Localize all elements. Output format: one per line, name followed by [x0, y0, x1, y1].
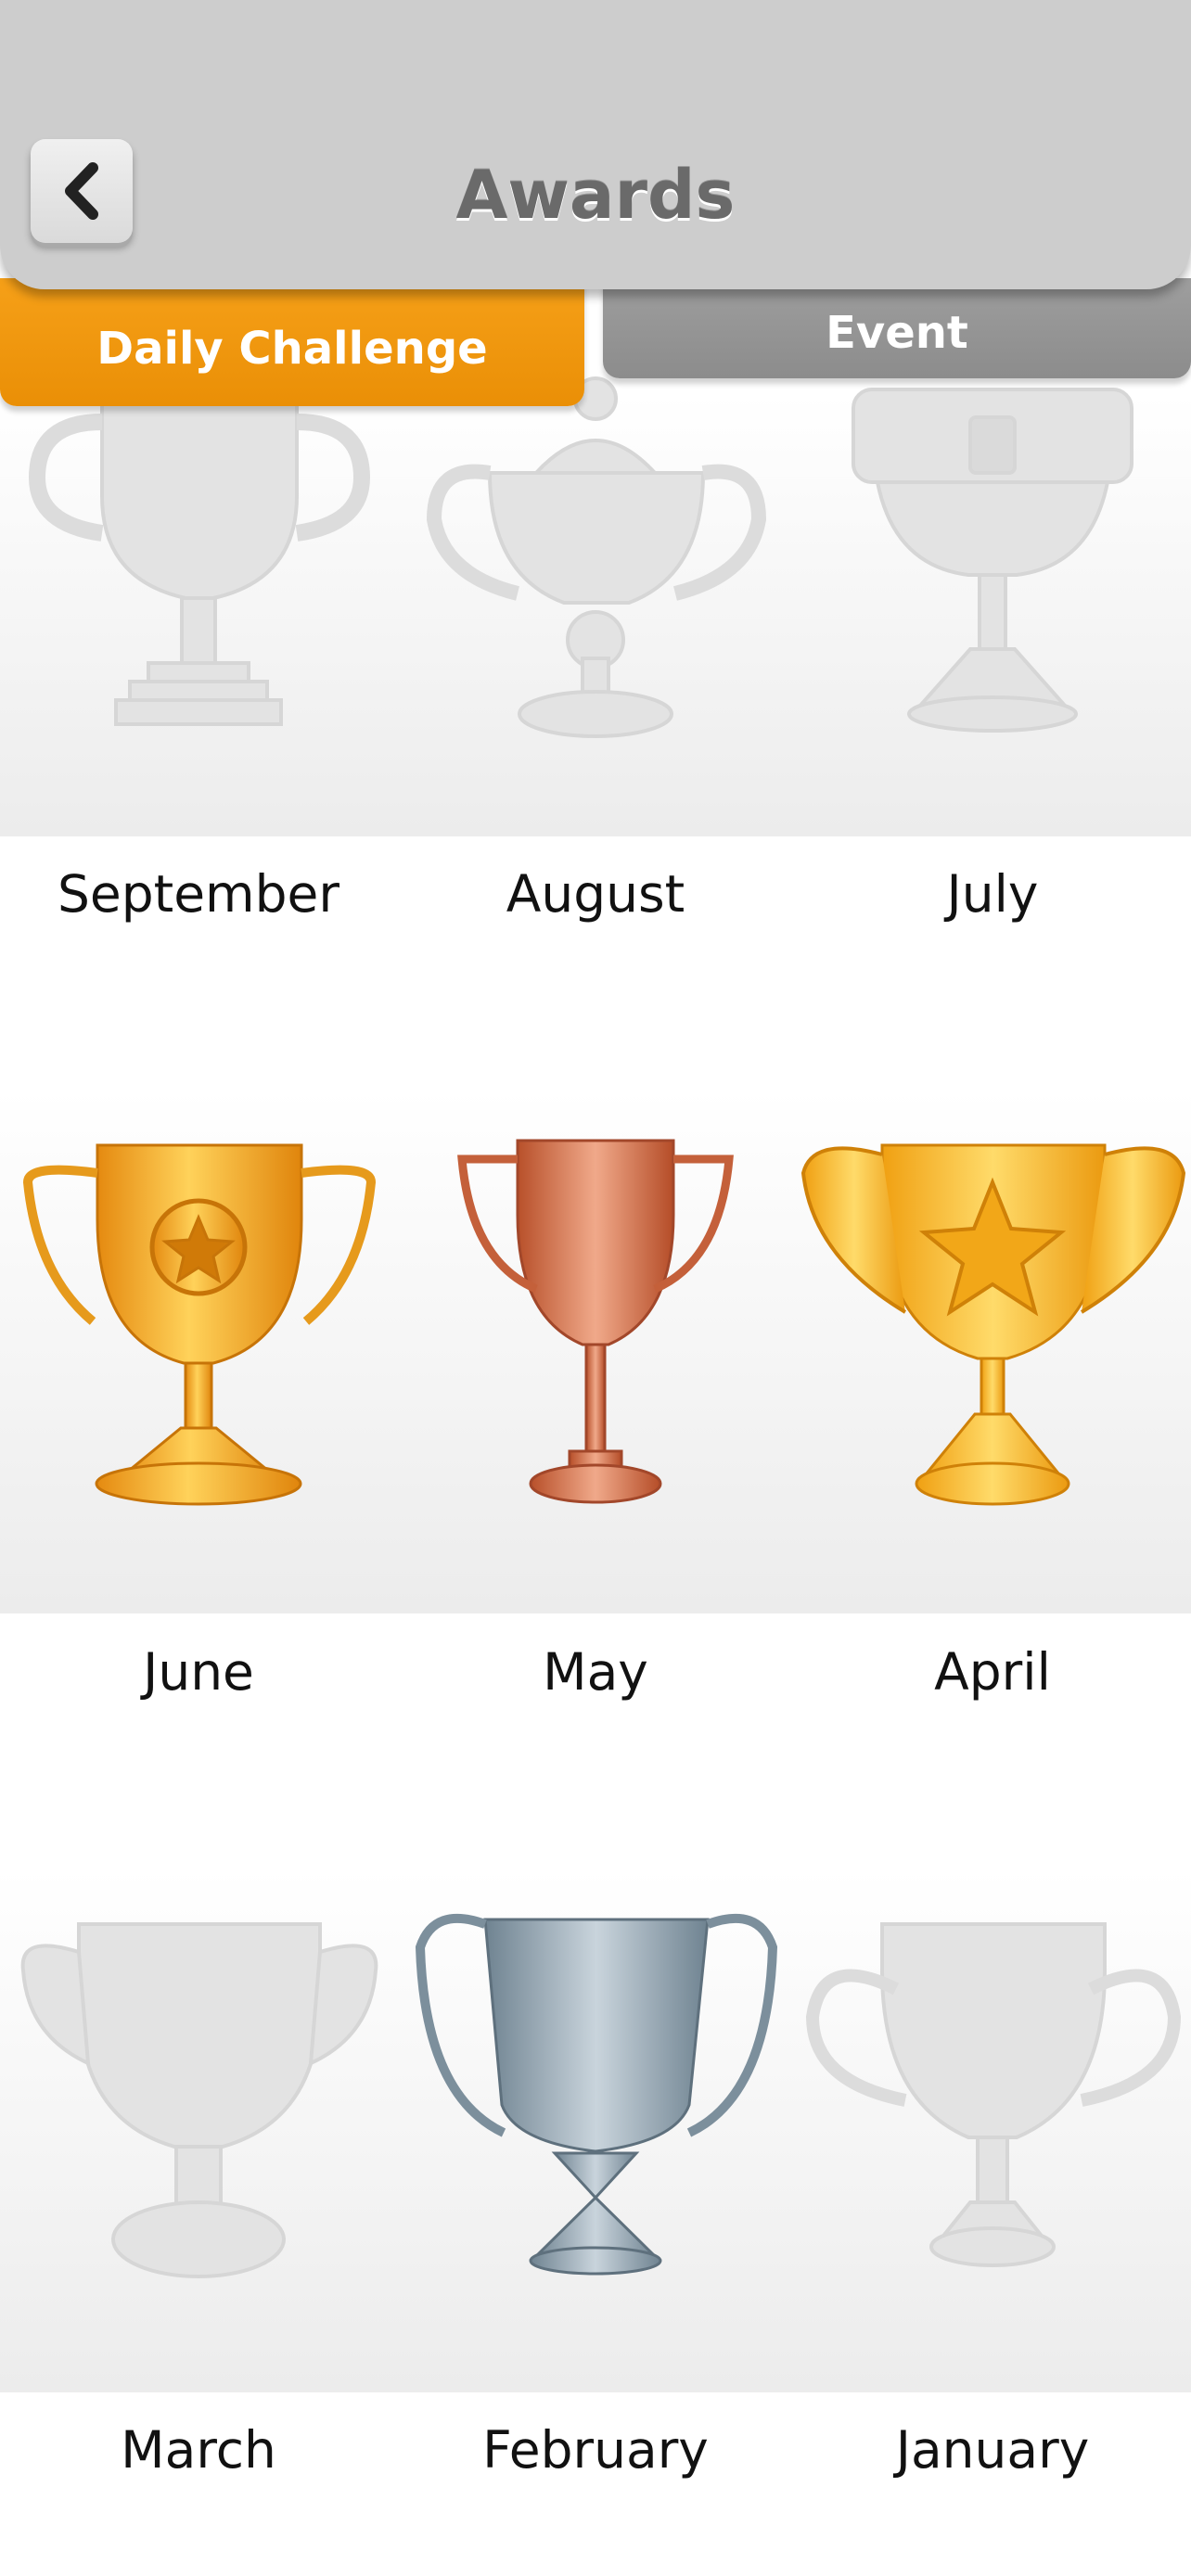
trophy-icon: [20, 1922, 378, 2278]
trophy-icon: [415, 1913, 778, 2276]
award-february[interactable]: [397, 1910, 794, 2295]
award-label: March: [121, 2420, 276, 2480]
award-label: April: [934, 1642, 1051, 1702]
award-label: January: [895, 2420, 1090, 2480]
trophy-icon: [805, 1922, 1182, 2267]
award-april[interactable]: [794, 1136, 1191, 1516]
award-label: February: [482, 2420, 709, 2480]
award-label: August: [506, 864, 685, 924]
award-label: July: [946, 864, 1039, 924]
trophy-icon: [426, 376, 767, 738]
award-label: May: [543, 1642, 648, 1702]
tab-daily-challenge[interactable]: Daily Challenge: [0, 278, 584, 406]
page-title: Awards: [455, 156, 736, 234]
award-march[interactable]: [0, 1915, 397, 2295]
award-july[interactable]: [794, 380, 1191, 733]
trophy-icon: [457, 1139, 734, 1504]
trophy-icon: [852, 388, 1133, 733]
award-label: September: [57, 864, 339, 924]
award-label: June: [143, 1642, 254, 1702]
award-august[interactable]: [397, 362, 794, 742]
trophy-icon: [800, 1143, 1186, 1506]
award-may[interactable]: [397, 1131, 794, 1516]
tab-event[interactable]: Event: [603, 278, 1191, 378]
award-january[interactable]: [794, 1915, 1191, 2295]
trophy-icon: [28, 402, 371, 726]
header-bar: Awards: [0, 0, 1191, 289]
award-september[interactable]: [0, 394, 397, 737]
award-june[interactable]: [0, 1136, 397, 1516]
trophy-icon: [22, 1143, 377, 1506]
